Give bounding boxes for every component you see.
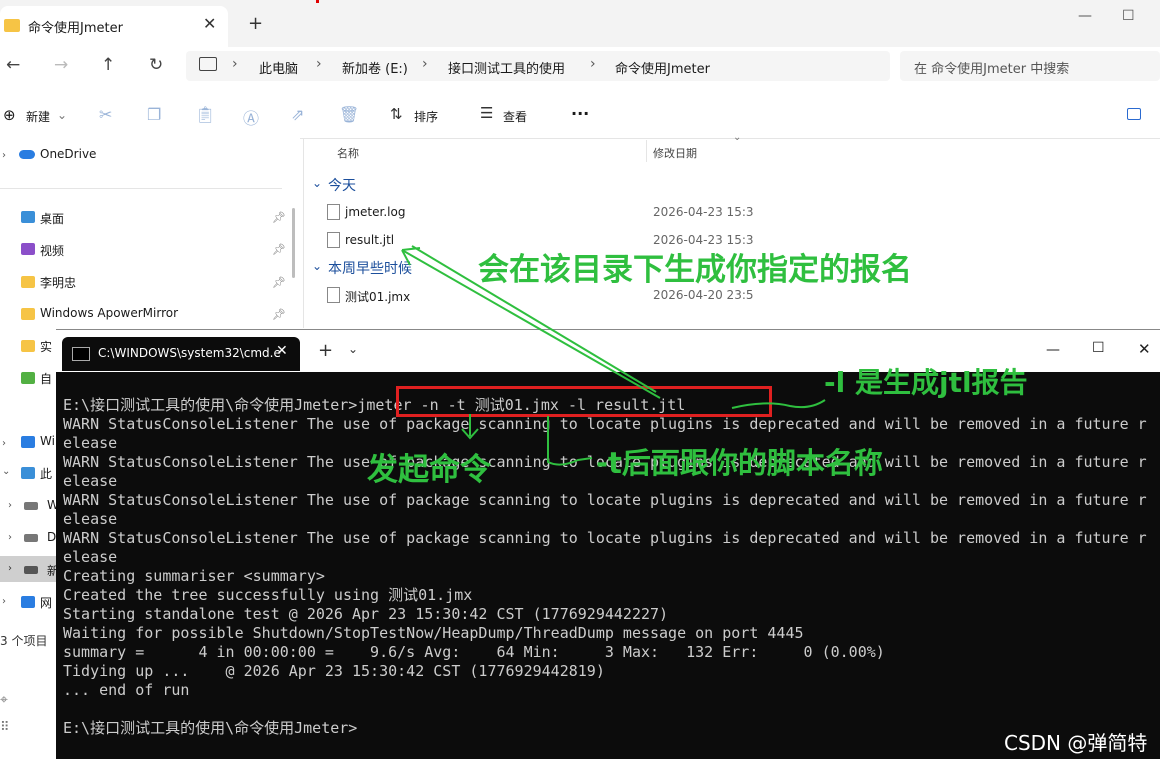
arrow-t-flag <box>547 416 593 466</box>
annotation-report-dir: 会在该目录下生成你指定的报名 <box>478 252 912 288</box>
arrow-l-flag <box>731 399 826 409</box>
watermark: CSDN @弹简特 <box>1004 731 1148 755</box>
annotation-t-flag: -t后面跟你的脚本名称 <box>596 446 883 480</box>
annotation-l-flag: -l 是生成jtl报告 <box>824 366 1028 399</box>
annotation-launch: 发起命令 <box>367 452 491 488</box>
arrow-head <box>401 247 421 266</box>
